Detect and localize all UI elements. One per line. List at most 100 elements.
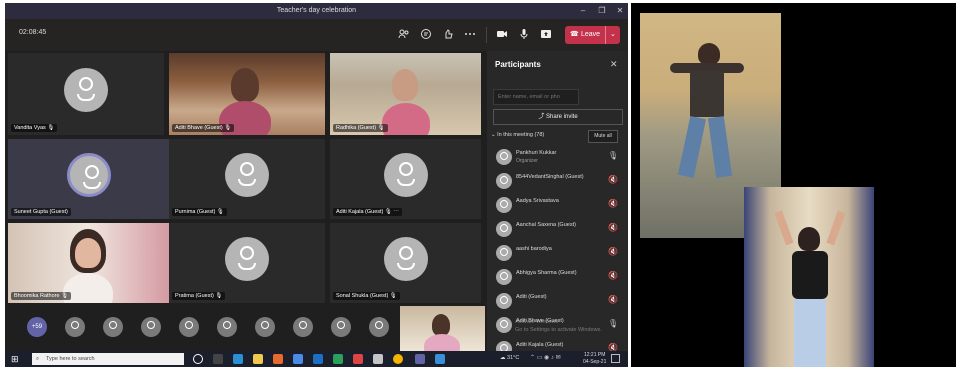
window-title: Teacher's day celebration bbox=[276, 7, 357, 14]
participant-video bbox=[382, 103, 430, 135]
app-icon[interactable] bbox=[333, 354, 343, 364]
leave-label: Leave bbox=[581, 31, 601, 38]
mic-off-icon: 🔇 bbox=[608, 199, 618, 208]
avatar bbox=[225, 237, 269, 281]
mic-off-icon: 🔇 bbox=[608, 295, 618, 304]
dancer-figure bbox=[798, 227, 820, 251]
video-tile[interactable]: Suneet Gupta (Guest) bbox=[8, 139, 169, 219]
leave-button[interactable]: ☎ Leave ⌄ bbox=[565, 26, 620, 44]
avatar[interactable] bbox=[65, 317, 85, 337]
toolbar-divider bbox=[486, 27, 487, 43]
participant-name: Aanchal Saxena (Guest) bbox=[516, 222, 576, 228]
video-tile[interactable]: Sonal Shukla (Guest) 🎙 bbox=[330, 223, 481, 303]
participant-row[interactable]: Abhigya Sharma (Guest) 🔇 bbox=[487, 265, 628, 289]
title-bar: Teacher's day celebration – ❐ ✕ bbox=[5, 3, 628, 19]
chat-icon[interactable] bbox=[419, 28, 433, 42]
weather-widget[interactable]: ☁ 31°C bbox=[500, 355, 519, 361]
avatar bbox=[496, 245, 512, 261]
app-icon[interactable] bbox=[373, 354, 383, 364]
meeting-timer: 02:08:45 bbox=[19, 29, 47, 36]
participant-row[interactable]: Aadya Srivastava 🔇 bbox=[487, 193, 628, 217]
participant-row[interactable]: Pankhuri Kukkar Organizer 🎙 bbox=[487, 145, 628, 169]
taskbar-search-input[interactable]: ⌕ Type here to search bbox=[32, 353, 184, 365]
participant-video bbox=[231, 68, 259, 102]
avatar bbox=[383, 237, 428, 281]
video-tile[interactable]: Aditi Bhave (Guest) 🎙 bbox=[169, 53, 325, 135]
avatar bbox=[496, 149, 512, 165]
weather-temp: 31°C bbox=[507, 355, 520, 361]
close-icon[interactable]: ✕ bbox=[610, 59, 618, 70]
panel-title: Participants bbox=[495, 60, 541, 69]
file-explorer-icon[interactable] bbox=[253, 354, 263, 364]
avatar[interactable] bbox=[179, 317, 199, 337]
participant-name: Pankhuri Kukkar bbox=[516, 150, 557, 156]
video-tile[interactable]: Pratima (Guest) 🎙 bbox=[169, 223, 325, 303]
cortana-icon[interactable] bbox=[193, 354, 203, 364]
participant-name: Aditi Kajala (Guest) bbox=[516, 342, 564, 348]
participant-name: aashi barodiya bbox=[516, 246, 552, 252]
participant-name: Aditi Bhave (Guest) 🎙 bbox=[172, 124, 235, 132]
camera-icon[interactable] bbox=[495, 28, 509, 42]
store-icon[interactable] bbox=[293, 354, 303, 364]
maximize-button[interactable]: ❐ bbox=[596, 5, 608, 17]
people-icon[interactable] bbox=[397, 28, 411, 42]
search-icon: ⌕ bbox=[36, 356, 40, 362]
firefox-icon[interactable] bbox=[273, 354, 283, 364]
system-tray-icons[interactable]: ⌃ ▭ ◉ ♪ ✉ bbox=[530, 354, 561, 361]
minimize-button[interactable]: – bbox=[577, 5, 589, 17]
avatar[interactable] bbox=[255, 317, 275, 337]
mic-off-icon: 🔇 bbox=[608, 175, 618, 184]
video-tile[interactable]: Aditi Kajala (Guest) 🎙 ⋯ bbox=[330, 139, 481, 219]
meeting-toolbar: 02:08:45 ☎ Leave ⌄ bbox=[5, 19, 628, 51]
windows-start-icon[interactable]: ⊞ bbox=[11, 354, 19, 365]
dancer-figure bbox=[698, 43, 720, 65]
video-tile[interactable]: Radhika (Guest) 🎙 bbox=[330, 53, 481, 135]
taskbar-clock[interactable]: 12:21 PM 04-Sep-21 bbox=[583, 352, 606, 366]
dancer-figure bbox=[707, 116, 733, 178]
share-screen-icon[interactable] bbox=[539, 28, 553, 42]
avatar[interactable] bbox=[103, 317, 123, 337]
windows-taskbar: ⊞ ⌕ Type here to search ☁ 31°C ⌃ ▭ ◉ ♪ ✉… bbox=[5, 351, 628, 367]
participant-name: Vandita Vyas 🎙 bbox=[11, 124, 58, 132]
task-view-icon[interactable] bbox=[213, 354, 223, 364]
chevron-down-icon[interactable]: ⌄ bbox=[605, 26, 616, 44]
in-meeting-section[interactable]: ⌄ In this meeting (78) bbox=[491, 132, 544, 138]
avatar[interactable] bbox=[141, 317, 161, 337]
close-window-button[interactable]: ✕ bbox=[614, 5, 626, 17]
video-tile[interactable]: Vandita Vyas 🎙 bbox=[8, 53, 164, 135]
mail-icon[interactable] bbox=[313, 354, 323, 364]
video-tile[interactable]: Bhoomika Rathore 🎙 bbox=[8, 223, 169, 303]
avatar[interactable] bbox=[293, 317, 313, 337]
clock-time: 12:21 PM bbox=[583, 352, 606, 358]
participant-name: Aditi Kajala (Guest) 🎙 ⋯ bbox=[333, 208, 402, 216]
avatar[interactable] bbox=[331, 317, 351, 337]
watermark-line-2: Go to Settings to activate Windows. bbox=[515, 327, 602, 333]
participant-name: Radhika (Guest) 🎙 bbox=[333, 124, 388, 132]
mic-icon[interactable] bbox=[517, 28, 531, 42]
share-invite-button[interactable]: ⤴ Share invite bbox=[493, 109, 623, 125]
search-placeholder: Type here to search bbox=[46, 356, 95, 362]
participant-name: Bhoomika Rathore 🎙 bbox=[11, 292, 72, 300]
self-view-video[interactable] bbox=[400, 306, 485, 358]
avatar[interactable] bbox=[217, 317, 237, 337]
app-icon[interactable] bbox=[435, 354, 445, 364]
participant-search-input[interactable] bbox=[493, 89, 579, 105]
reactions-icon[interactable] bbox=[441, 28, 455, 42]
avatar bbox=[496, 221, 512, 237]
more-icon[interactable] bbox=[463, 28, 477, 42]
avatar[interactable] bbox=[369, 317, 389, 337]
video-tile[interactable]: Purnima (Guest) 🎙 bbox=[169, 139, 325, 219]
mute-all-button[interactable]: Mute all bbox=[588, 130, 618, 143]
participant-row[interactable]: 8544VedantSinghal (Guest) 🔇 bbox=[487, 169, 628, 193]
dancer-figure bbox=[792, 251, 828, 299]
teams-icon[interactable] bbox=[415, 354, 425, 364]
edge-icon[interactable] bbox=[233, 354, 243, 364]
app-icon[interactable] bbox=[353, 354, 363, 364]
participant-row[interactable]: Aanchal Saxena (Guest) 🔇 bbox=[487, 217, 628, 241]
participant-row[interactable]: Aditi (Guest) 🔇 bbox=[487, 289, 628, 313]
chrome-icon[interactable] bbox=[393, 354, 403, 364]
overflow-count[interactable]: +59 bbox=[27, 317, 47, 337]
participant-row[interactable]: aashi barodiya 🔇 bbox=[487, 241, 628, 265]
teams-meeting-window: Teacher's day celebration – ❐ ✕ 02:08:45… bbox=[5, 3, 628, 367]
notification-icon[interactable] bbox=[611, 354, 620, 363]
